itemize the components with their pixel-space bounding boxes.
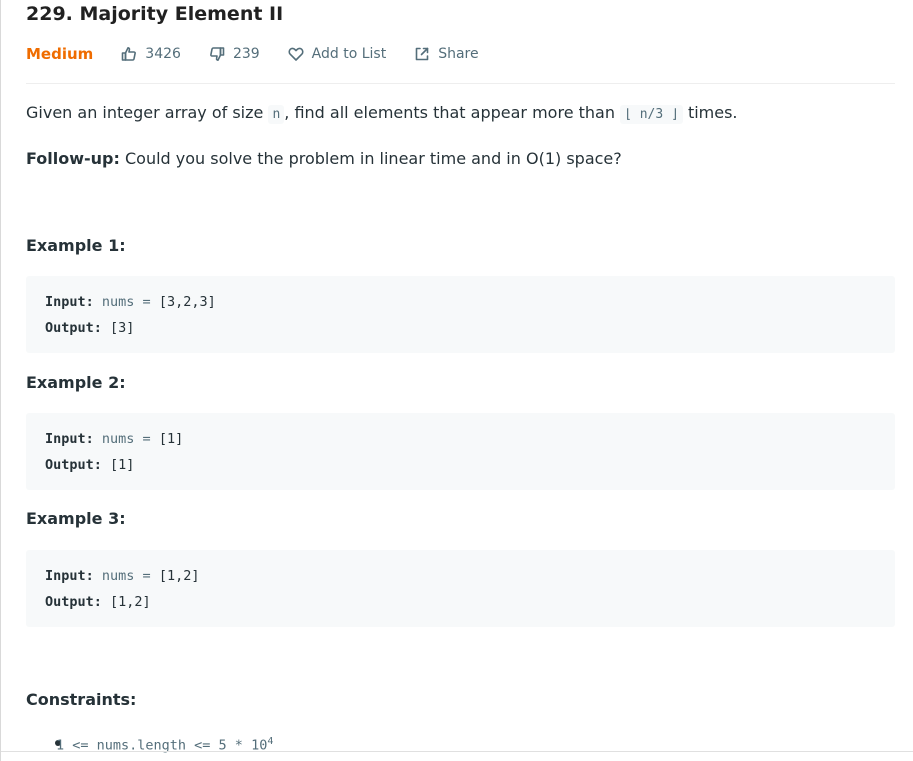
example-input-line: Input: nums = [1,2]: [45, 568, 199, 584]
output-label: Output:: [45, 457, 102, 473]
input-var: nums =: [93, 431, 159, 447]
example-code-block: Input: nums = [1,2] Output: [1,2]: [26, 550, 895, 627]
statement-text-1: Given an integer array of size: [26, 103, 269, 122]
problem-meta-row: Medium 3426 239 Add to List Share: [26, 42, 507, 66]
statement-text-3: times.: [682, 103, 738, 122]
like-count: 3426: [145, 46, 181, 62]
panel-bottom-border: [1, 751, 913, 752]
share-label: Share: [438, 46, 479, 62]
input-value: [1,2]: [158, 568, 200, 584]
input-var: nums =: [93, 568, 159, 584]
add-to-list-label: Add to List: [311, 46, 387, 62]
add-to-list-button[interactable]: Add to List: [288, 46, 387, 62]
input-label: Input:: [45, 431, 94, 447]
example-heading: Example 2:: [26, 373, 126, 392]
input-label: Input:: [45, 294, 94, 310]
follow-up-label: Follow-up:: [26, 149, 120, 168]
heart-icon: [288, 47, 304, 61]
share-icon: [415, 47, 429, 61]
inline-code-n: n: [268, 105, 285, 124]
share-button[interactable]: Share: [414, 46, 479, 62]
output-label: Output:: [45, 320, 102, 336]
input-var: nums =: [93, 294, 159, 310]
like-button[interactable]: 3426: [121, 46, 181, 62]
example-output-line: Output: [3]: [45, 320, 134, 336]
statement-text-2: , find all elements that appear more tha…: [284, 103, 621, 122]
follow-up-text: Could you solve the problem in linear ti…: [119, 149, 622, 168]
example-heading: Example 3:: [26, 509, 126, 528]
constraint-exponent: 4: [267, 736, 274, 747]
input-value: [3,2,3]: [158, 294, 216, 310]
problem-statement: Given an integer array of size n, find a…: [26, 103, 738, 124]
constraints-heading: Constraints:: [26, 690, 137, 709]
inline-code-floor: ⌊ n/3 ⌋: [620, 105, 683, 124]
example-heading: Example 1:: [26, 236, 126, 255]
output-label: Output:: [45, 594, 102, 610]
dislike-button[interactable]: 239: [209, 46, 260, 62]
example-code-block: Input: nums = [1] Output: [1]: [26, 413, 895, 490]
follow-up: Follow-up: Could you solve the problem i…: [26, 149, 622, 168]
output-value: [1]: [101, 457, 135, 473]
problem-title: 229. Majority Element II: [26, 3, 284, 25]
thumbs-up-icon: [121, 47, 137, 61]
meta-divider: [26, 83, 895, 84]
input-value: [1]: [158, 431, 184, 447]
example-output-line: Output: [1,2]: [45, 594, 151, 610]
difficulty-badge: Medium: [26, 45, 94, 63]
example-input-line: Input: nums = [1]: [45, 431, 183, 447]
example-code-block: Input: nums = [3,2,3] Output: [3]: [26, 276, 895, 353]
input-label: Input:: [45, 568, 94, 584]
example-input-line: Input: nums = [3,2,3]: [45, 294, 216, 310]
output-value: [3]: [101, 320, 135, 336]
example-output-line: Output: [1]: [45, 457, 134, 473]
dislike-count: 239: [232, 46, 260, 62]
thumbs-down-icon: [209, 47, 225, 61]
problem-description-panel: 229. Majority Element II Medium 3426 239: [0, 0, 913, 761]
output-value: [1,2]: [101, 594, 151, 610]
